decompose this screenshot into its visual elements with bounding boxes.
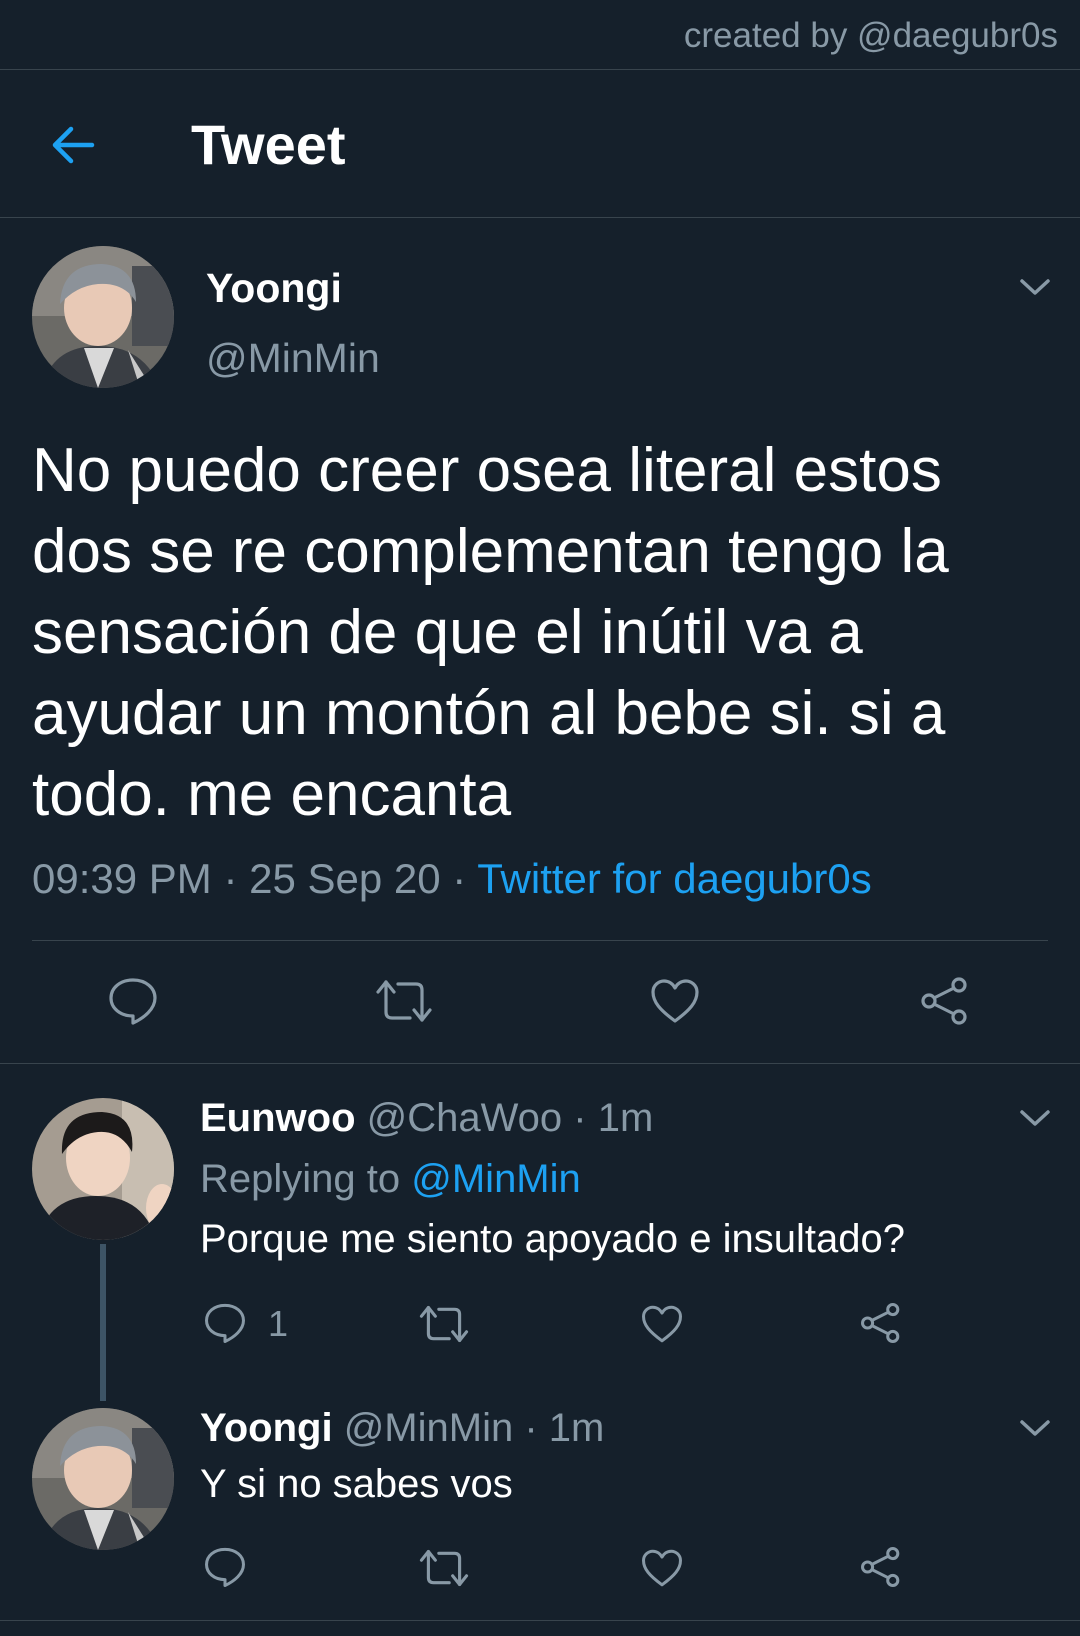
chevron-down-icon[interactable]	[1018, 1107, 1052, 1129]
watermark-text: created by @daegubr0s	[683, 16, 1058, 55]
tweet-detail-page: created by @daegubr0s Tweet Yoongi @MinM…	[0, 0, 1080, 1636]
tweet-date: 25 Sep 20	[249, 855, 441, 902]
top-bar: Tweet	[0, 70, 1080, 218]
arrow-left-icon[interactable]	[50, 122, 96, 168]
replying-to: Replying to @MinMin	[200, 1157, 581, 1202]
like-icon[interactable]	[641, 1548, 683, 1588]
like-icon[interactable]	[641, 1304, 683, 1344]
reply-author-handle[interactable]: @MinMin	[344, 1406, 514, 1450]
tweet-author-handle[interactable]: @MinMin	[206, 335, 380, 382]
page-title: Tweet	[191, 113, 346, 176]
meta-separator: ·	[211, 855, 250, 902]
reply-time: · 1m	[524, 1406, 605, 1450]
tweet-author-name[interactable]: Yoongi	[206, 265, 342, 312]
reply-icon[interactable]	[204, 1546, 246, 1588]
avatar-eunwoo[interactable]	[32, 1098, 174, 1240]
divider	[0, 1063, 1080, 1064]
meta-separator: ·	[440, 855, 478, 902]
reply-author-name[interactable]: Eunwoo	[200, 1096, 356, 1140]
chevron-down-icon[interactable]	[1018, 1417, 1052, 1439]
share-icon[interactable]	[860, 1546, 902, 1588]
tweet-source-link[interactable]: Twitter for daegubr0s	[477, 855, 872, 902]
avatar-yoongi[interactable]	[32, 246, 174, 388]
thread-line	[100, 1244, 106, 1401]
mention-link[interactable]: @MinMin	[411, 1157, 581, 1201]
reply-header: Eunwoo @ChaWoo · 1m	[200, 1096, 653, 1141]
reply-count: 1	[268, 1303, 289, 1344]
tweet-meta: 09:39 PM · 25 Sep 20 · Twitter for daegu…	[32, 855, 872, 903]
divider	[0, 1620, 1080, 1621]
watermark-bar: created by @daegubr0s	[0, 0, 1080, 70]
tweet-text: No puedo creer osea literal estos dos se…	[32, 436, 949, 829]
share-icon[interactable]	[920, 976, 970, 1026]
reply-icon[interactable]	[108, 976, 158, 1026]
share-icon[interactable]	[860, 1302, 902, 1344]
reply-text: Porque me siento apoyado e insultado?	[200, 1217, 905, 1261]
chevron-down-icon[interactable]	[1018, 276, 1052, 298]
tweet-time: 09:39 PM	[32, 855, 212, 902]
reply-author-handle[interactable]: @ChaWoo	[367, 1096, 563, 1140]
replying-prefix: Replying to	[200, 1157, 401, 1201]
retweet-icon[interactable]	[418, 1548, 470, 1588]
reply-time: · 1m	[573, 1096, 654, 1140]
avatar-yoongi[interactable]	[32, 1408, 174, 1550]
divider	[32, 940, 1048, 941]
reply-text: Y si no sabes vos	[200, 1462, 513, 1506]
retweet-icon[interactable]	[374, 978, 434, 1024]
reply-author-name[interactable]: Yoongi	[200, 1406, 333, 1450]
reply-header: Yoongi @MinMin · 1m	[200, 1406, 604, 1451]
like-icon[interactable]	[650, 978, 700, 1024]
reply-icon[interactable]	[204, 1302, 246, 1344]
retweet-icon[interactable]	[418, 1304, 470, 1344]
